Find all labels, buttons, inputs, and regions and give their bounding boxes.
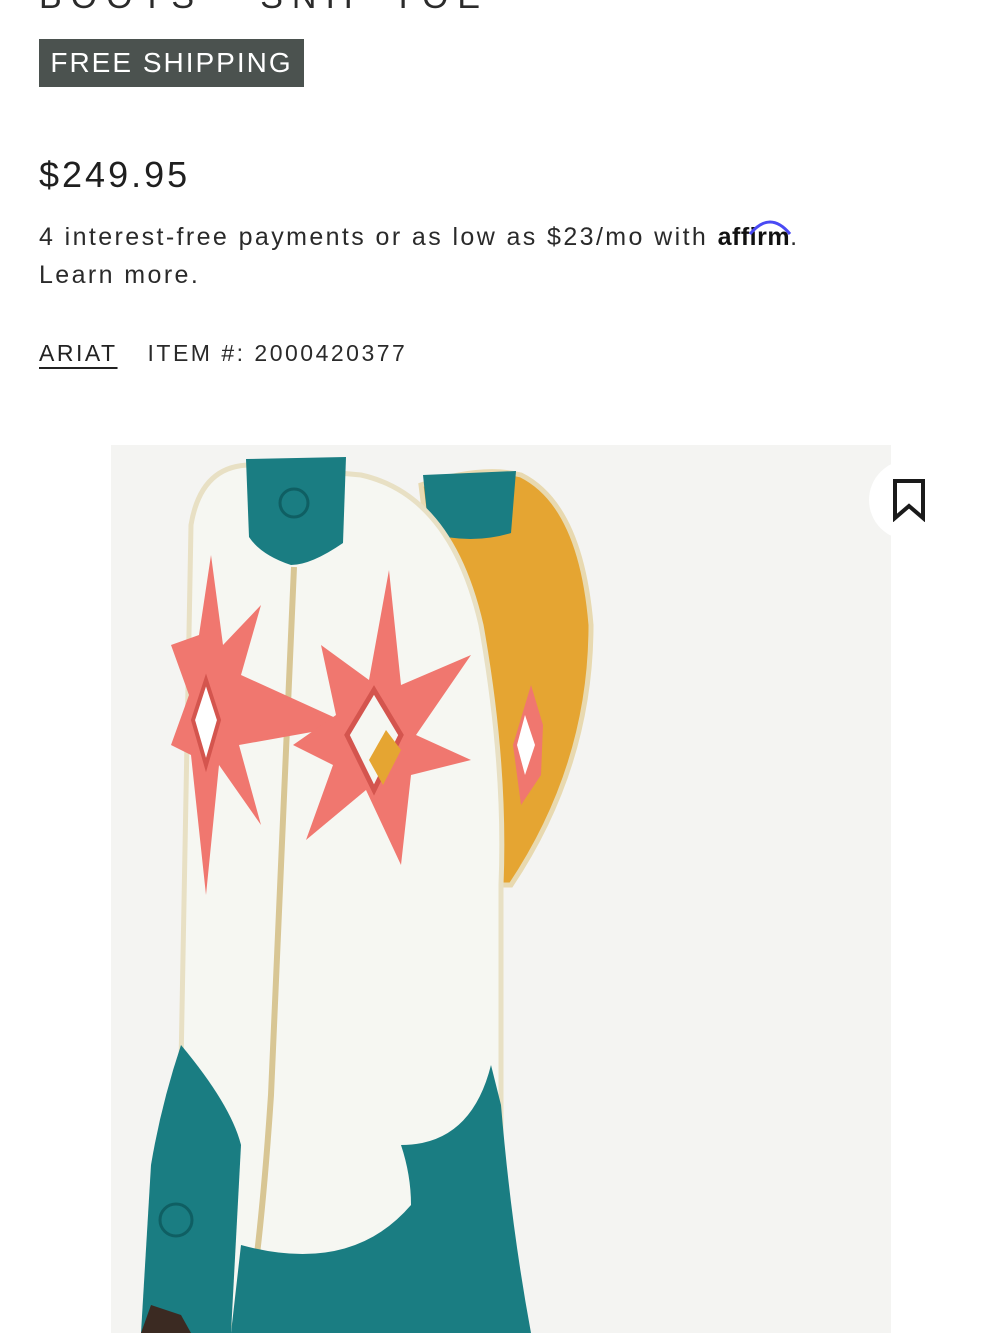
bookmark-button[interactable]	[869, 460, 949, 540]
installment-info: 4 interest-free payments or as low as $2…	[39, 218, 959, 294]
affirm-arc-icon	[748, 220, 791, 235]
product-image[interactable]	[111, 445, 891, 1333]
item-number: ITEM #: 2000420377	[147, 340, 408, 366]
learn-more-link[interactable]: Learn more.	[39, 261, 200, 289]
affirm-logo: affirm	[718, 218, 791, 256]
product-meta: ARIAT ITEM #: 2000420377	[39, 340, 407, 367]
product-page: BOOTS - SNIP TOE FREE SHIPPING $249.95 4…	[0, 0, 1000, 1333]
boot-illustration	[141, 457, 594, 1333]
installment-text: 4 interest-free payments or as low as $2…	[39, 223, 709, 251]
brand-link[interactable]: ARIAT	[39, 340, 118, 367]
bookmark-icon	[893, 479, 925, 522]
product-title: BOOTS - SNIP TOE	[39, 0, 489, 17]
product-price: $249.95	[39, 154, 191, 195]
free-shipping-badge: FREE SHIPPING	[39, 39, 304, 87]
